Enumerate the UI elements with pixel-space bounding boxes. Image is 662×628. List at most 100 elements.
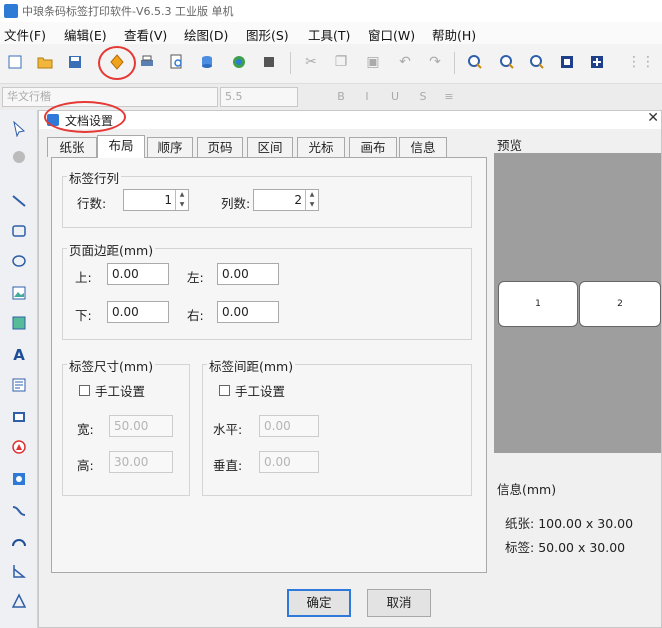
cancel-button[interactable]: 取消: [367, 589, 431, 617]
triangle-icon[interactable]: [8, 590, 30, 612]
image-icon[interactable]: [8, 282, 30, 304]
rows-stepper[interactable]: 1 ▲ ▼: [123, 189, 189, 211]
spin-arrows-icon[interactable]: ▲ ▼: [175, 190, 188, 210]
menu-edit[interactable]: 编辑(E): [64, 25, 107, 44]
rectangle-icon[interactable]: [8, 220, 30, 242]
align-button[interactable]: ≡: [440, 88, 458, 106]
label-width-label: 宽:: [77, 422, 94, 437]
dialog-icon: [47, 114, 59, 126]
arc-icon[interactable]: [8, 530, 30, 552]
print-preview-icon[interactable]: [166, 51, 188, 73]
tab-layout[interactable]: 布局: [97, 135, 145, 158]
bold-button[interactable]: B: [332, 88, 350, 106]
line-icon[interactable]: [8, 190, 30, 212]
cut-icon[interactable]: ✂: [300, 51, 322, 73]
spacing-vertical-input[interactable]: 0.00: [259, 451, 319, 473]
open-icon[interactable]: [34, 51, 56, 73]
text-icon[interactable]: A: [8, 344, 30, 366]
database-icon[interactable]: [196, 51, 218, 73]
info-paper-label: 纸张:: [505, 516, 535, 531]
toolbar-separator: [290, 52, 291, 74]
menu-file[interactable]: 文件(F): [4, 25, 46, 44]
polyline-icon[interactable]: [8, 560, 30, 582]
drawing-tools: A: [0, 110, 38, 628]
close-icon[interactable]: ✕: [647, 110, 659, 126]
margin-left-input[interactable]: 0.00: [217, 263, 279, 285]
window-title-bar: 中琅条码标签打印软件-V6.5.3 工业版 单机: [0, 0, 662, 22]
format-bar: 华文行楷 5.5 B I U S ≡: [0, 84, 662, 110]
info-label-label: 标签:: [505, 540, 535, 555]
menu-window[interactable]: 窗口(W): [368, 25, 415, 44]
label-size-manual-checkbox[interactable]: [79, 385, 90, 396]
cols-label: 列数:: [221, 196, 251, 211]
tab-page-number[interactable]: 页码: [197, 137, 243, 157]
zoom-out-icon[interactable]: [496, 51, 518, 73]
toolbar-separator: [454, 52, 455, 74]
label-spacing-manual-label: 手工设置: [235, 384, 286, 399]
tab-paper[interactable]: 纸张: [47, 137, 97, 157]
actual-size-icon[interactable]: [586, 51, 608, 73]
barcode-icon[interactable]: [8, 406, 30, 428]
rows-value: 1: [164, 193, 172, 207]
margin-right-input[interactable]: 0.00: [217, 301, 279, 323]
web-icon[interactable]: [228, 51, 250, 73]
new-icon[interactable]: [4, 51, 26, 73]
zoom-in-icon[interactable]: [464, 51, 486, 73]
dialog-title: 文档设置: [65, 114, 114, 128]
info-title: 信息(mm): [497, 482, 557, 497]
preview-area: 1 2: [494, 153, 661, 453]
rows-cols-title: 标签行列: [67, 168, 122, 187]
margin-top-input[interactable]: 0.00: [107, 263, 169, 285]
menu-help[interactable]: 帮助(H): [432, 25, 476, 44]
redo-icon[interactable]: ↷: [424, 51, 446, 73]
tab-range[interactable]: 区间: [247, 137, 293, 157]
menu-tools[interactable]: 工具(T): [308, 25, 350, 44]
copy-icon[interactable]: ❐: [330, 51, 352, 73]
document-settings-dialog: 文档设置 ✕ 纸张 布局 顺序 页码 区间 光标 画布 信息 标签行列 行数: …: [38, 110, 662, 628]
paste-icon[interactable]: ▣: [362, 51, 384, 73]
ellipse-icon[interactable]: [8, 250, 30, 272]
print-icon[interactable]: [136, 51, 158, 73]
stop-icon[interactable]: [258, 51, 280, 73]
app-icon: [4, 4, 18, 18]
main-toolbar: ✂ ❐ ▣ ↶ ↷ ⋮⋮: [0, 44, 662, 84]
label-spacing-manual-checkbox[interactable]: [219, 385, 230, 396]
ok-button[interactable]: 确定: [287, 589, 351, 617]
cols-stepper[interactable]: 2 ▲ ▼: [253, 189, 319, 211]
underline-button[interactable]: U: [386, 88, 404, 106]
rich-text-icon[interactable]: [8, 374, 30, 396]
menu-view[interactable]: 查看(V): [124, 25, 167, 44]
zoom-icon[interactable]: [526, 51, 548, 73]
label-width-input[interactable]: 50.00: [109, 415, 173, 437]
margin-right-label: 右:: [187, 308, 204, 323]
image-alt-icon[interactable]: [8, 312, 30, 334]
tab-cursor[interactable]: 光标: [297, 137, 345, 157]
tab-info[interactable]: 信息: [399, 137, 447, 157]
undo-icon[interactable]: ↶: [394, 51, 416, 73]
save-icon[interactable]: [64, 51, 86, 73]
menu-draw[interactable]: 绘图(D): [184, 25, 228, 44]
tab-canvas[interactable]: 画布: [349, 137, 397, 157]
label-size-group: 标签尺寸(mm) 手工设置 宽: 50.00 高: 30.00: [62, 356, 190, 496]
fit-icon[interactable]: [556, 51, 578, 73]
pan-icon[interactable]: [8, 146, 30, 168]
document-settings-icon[interactable]: [106, 51, 128, 73]
label-height-input[interactable]: 30.00: [109, 451, 173, 473]
strikethrough-button[interactable]: S: [414, 88, 432, 106]
preview-label-2: 2: [579, 281, 661, 327]
font-size-combo[interactable]: 5.5: [220, 87, 298, 107]
label-size-manual-label: 手工设置: [95, 384, 146, 399]
font-name-combo[interactable]: 华文行楷: [2, 87, 218, 107]
qrcode-icon[interactable]: [8, 436, 30, 458]
tab-order[interactable]: 顺序: [147, 137, 193, 157]
margin-bottom-input[interactable]: 0.00: [107, 301, 169, 323]
info-label-row: 标签: 50.00 x 30.00: [505, 537, 625, 556]
label-height-label: 高:: [77, 458, 94, 473]
curve-icon[interactable]: [8, 500, 30, 522]
spacing-horizontal-input[interactable]: 0.00: [259, 415, 319, 437]
menu-shape[interactable]: 图形(S): [246, 25, 289, 44]
italic-button[interactable]: I: [358, 88, 376, 106]
select-icon[interactable]: [8, 118, 30, 140]
ellipse-shape-icon[interactable]: [8, 468, 30, 490]
spin-arrows-icon[interactable]: ▲ ▼: [305, 190, 318, 210]
